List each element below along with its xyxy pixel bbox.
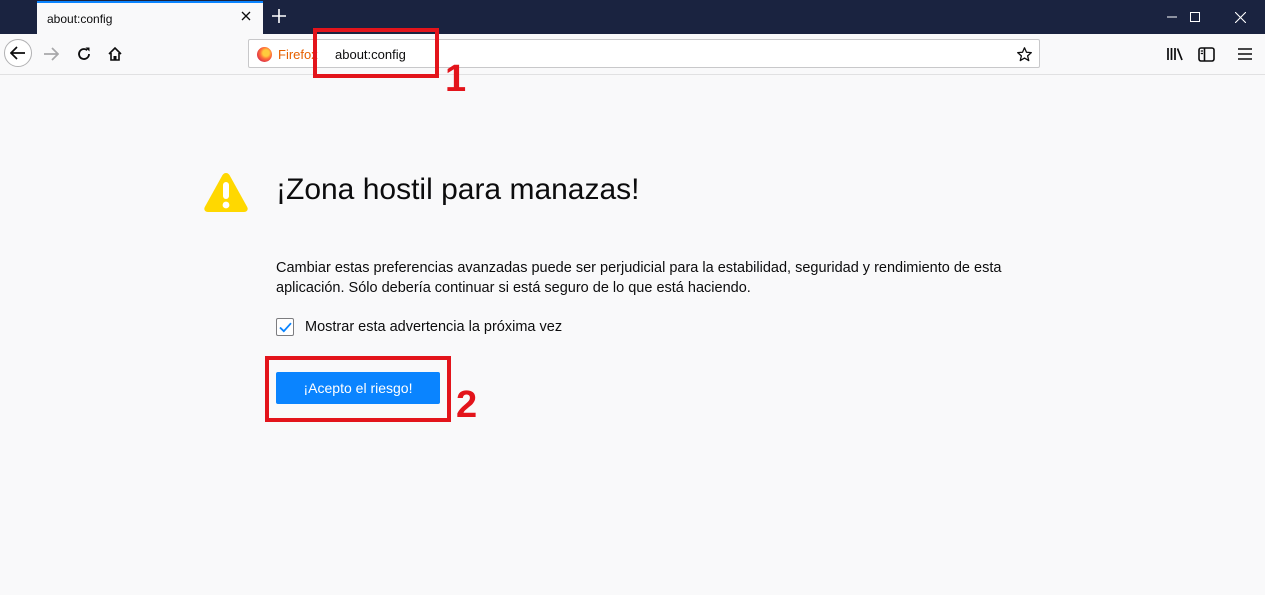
- sidebar-icon[interactable]: [1194, 42, 1218, 66]
- identity-box[interactable]: Firefox: [257, 45, 318, 63]
- show-warning-label[interactable]: Mostrar esta advertencia la próxima vez: [305, 319, 562, 335]
- close-icon[interactable]: [237, 7, 255, 25]
- reload-icon[interactable]: [69, 39, 99, 69]
- annotation-number-1: 1: [445, 58, 467, 100]
- maximize-icon[interactable]: [1172, 0, 1218, 34]
- nav-bar: Firefox about:config: [0, 34, 1265, 75]
- star-icon[interactable]: [1013, 43, 1035, 65]
- identity-label: Firefox: [278, 46, 318, 62]
- firefox-logo-icon: [257, 46, 272, 62]
- library-icon[interactable]: [1163, 42, 1187, 66]
- page-title: ¡Zona hostil para manazas!: [276, 173, 640, 206]
- title-bar: about:config: [0, 0, 1265, 34]
- tab-title: about:config: [47, 12, 113, 26]
- menu-icon[interactable]: [1233, 42, 1257, 66]
- home-icon[interactable]: [100, 39, 130, 69]
- back-arrow-icon[interactable]: [4, 39, 32, 67]
- warning-icon: [204, 173, 248, 212]
- tab-about-config[interactable]: about:config: [37, 1, 263, 34]
- annotation-box-2: [265, 356, 451, 422]
- warning-description: Cambiar estas preferencias avanzadas pue…: [276, 260, 1002, 296]
- plus-icon[interactable]: [268, 5, 290, 27]
- checkmark-icon: [278, 322, 292, 332]
- page-content: ¡Zona hostil para manazas! Cambiar estas…: [0, 75, 1265, 595]
- annotation-number-2: 2: [456, 384, 478, 426]
- show-warning-checkbox-row[interactable]: Mostrar esta advertencia la próxima vez: [276, 318, 562, 336]
- window-close-icon[interactable]: [1217, 0, 1263, 34]
- annotation-box-1: [313, 28, 439, 78]
- forward-arrow-icon[interactable]: [36, 39, 66, 69]
- show-warning-checkbox[interactable]: [276, 318, 294, 336]
